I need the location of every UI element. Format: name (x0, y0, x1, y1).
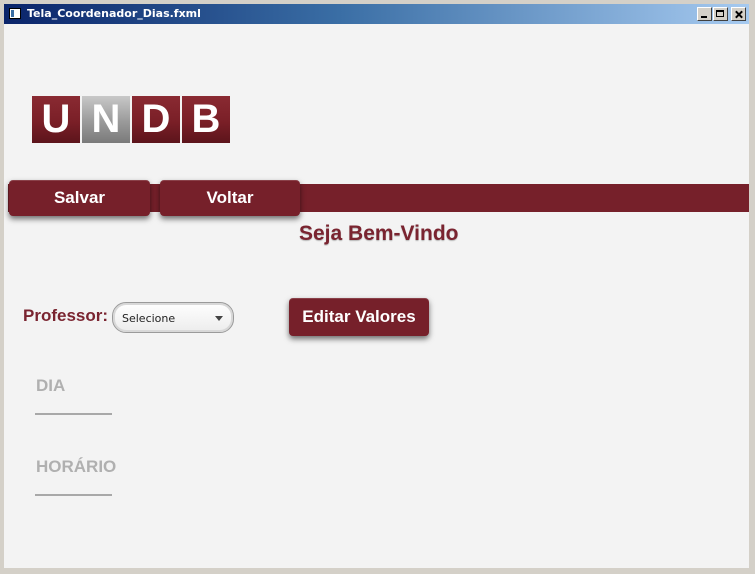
edit-values-button[interactable]: Editar Valores (289, 298, 429, 336)
professor-label: Professor: (23, 306, 109, 325)
app-window-icon (9, 8, 21, 19)
window-title: Tela_Coordenador_Dias.fxml (27, 7, 201, 20)
time-field-label[interactable]: HORÁRIO (36, 457, 116, 477)
time-field-underline[interactable] (35, 494, 112, 496)
professor-select-value: Selecione (122, 312, 176, 325)
day-field-underline[interactable] (35, 413, 112, 415)
save-button[interactable]: Salvar (9, 180, 150, 216)
logo-letter: B (182, 96, 230, 143)
window-frame: Tela_Coordenador_Dias.fxml U N D B Salva… (0, 0, 755, 574)
chevron-down-icon (215, 316, 223, 321)
professor-select[interactable]: Selecione (112, 302, 234, 333)
welcome-heading: Seja Bem-Vindo (299, 222, 459, 245)
maximize-icon[interactable] (713, 7, 728, 21)
logo-letter: U (32, 96, 82, 143)
logo-letter: N (82, 96, 132, 143)
day-field-label[interactable]: DIA (36, 376, 65, 396)
title-bar[interactable]: Tela_Coordenador_Dias.fxml (4, 4, 749, 24)
close-icon[interactable] (731, 7, 746, 21)
back-button[interactable]: Voltar (160, 180, 300, 216)
minimize-icon[interactable] (697, 7, 712, 21)
logo-letter: D (132, 96, 182, 143)
undb-logo: U N D B (32, 96, 230, 143)
main-content: U N D B Salvar Voltar Seja Bem-Vindo Pro… (4, 24, 749, 568)
